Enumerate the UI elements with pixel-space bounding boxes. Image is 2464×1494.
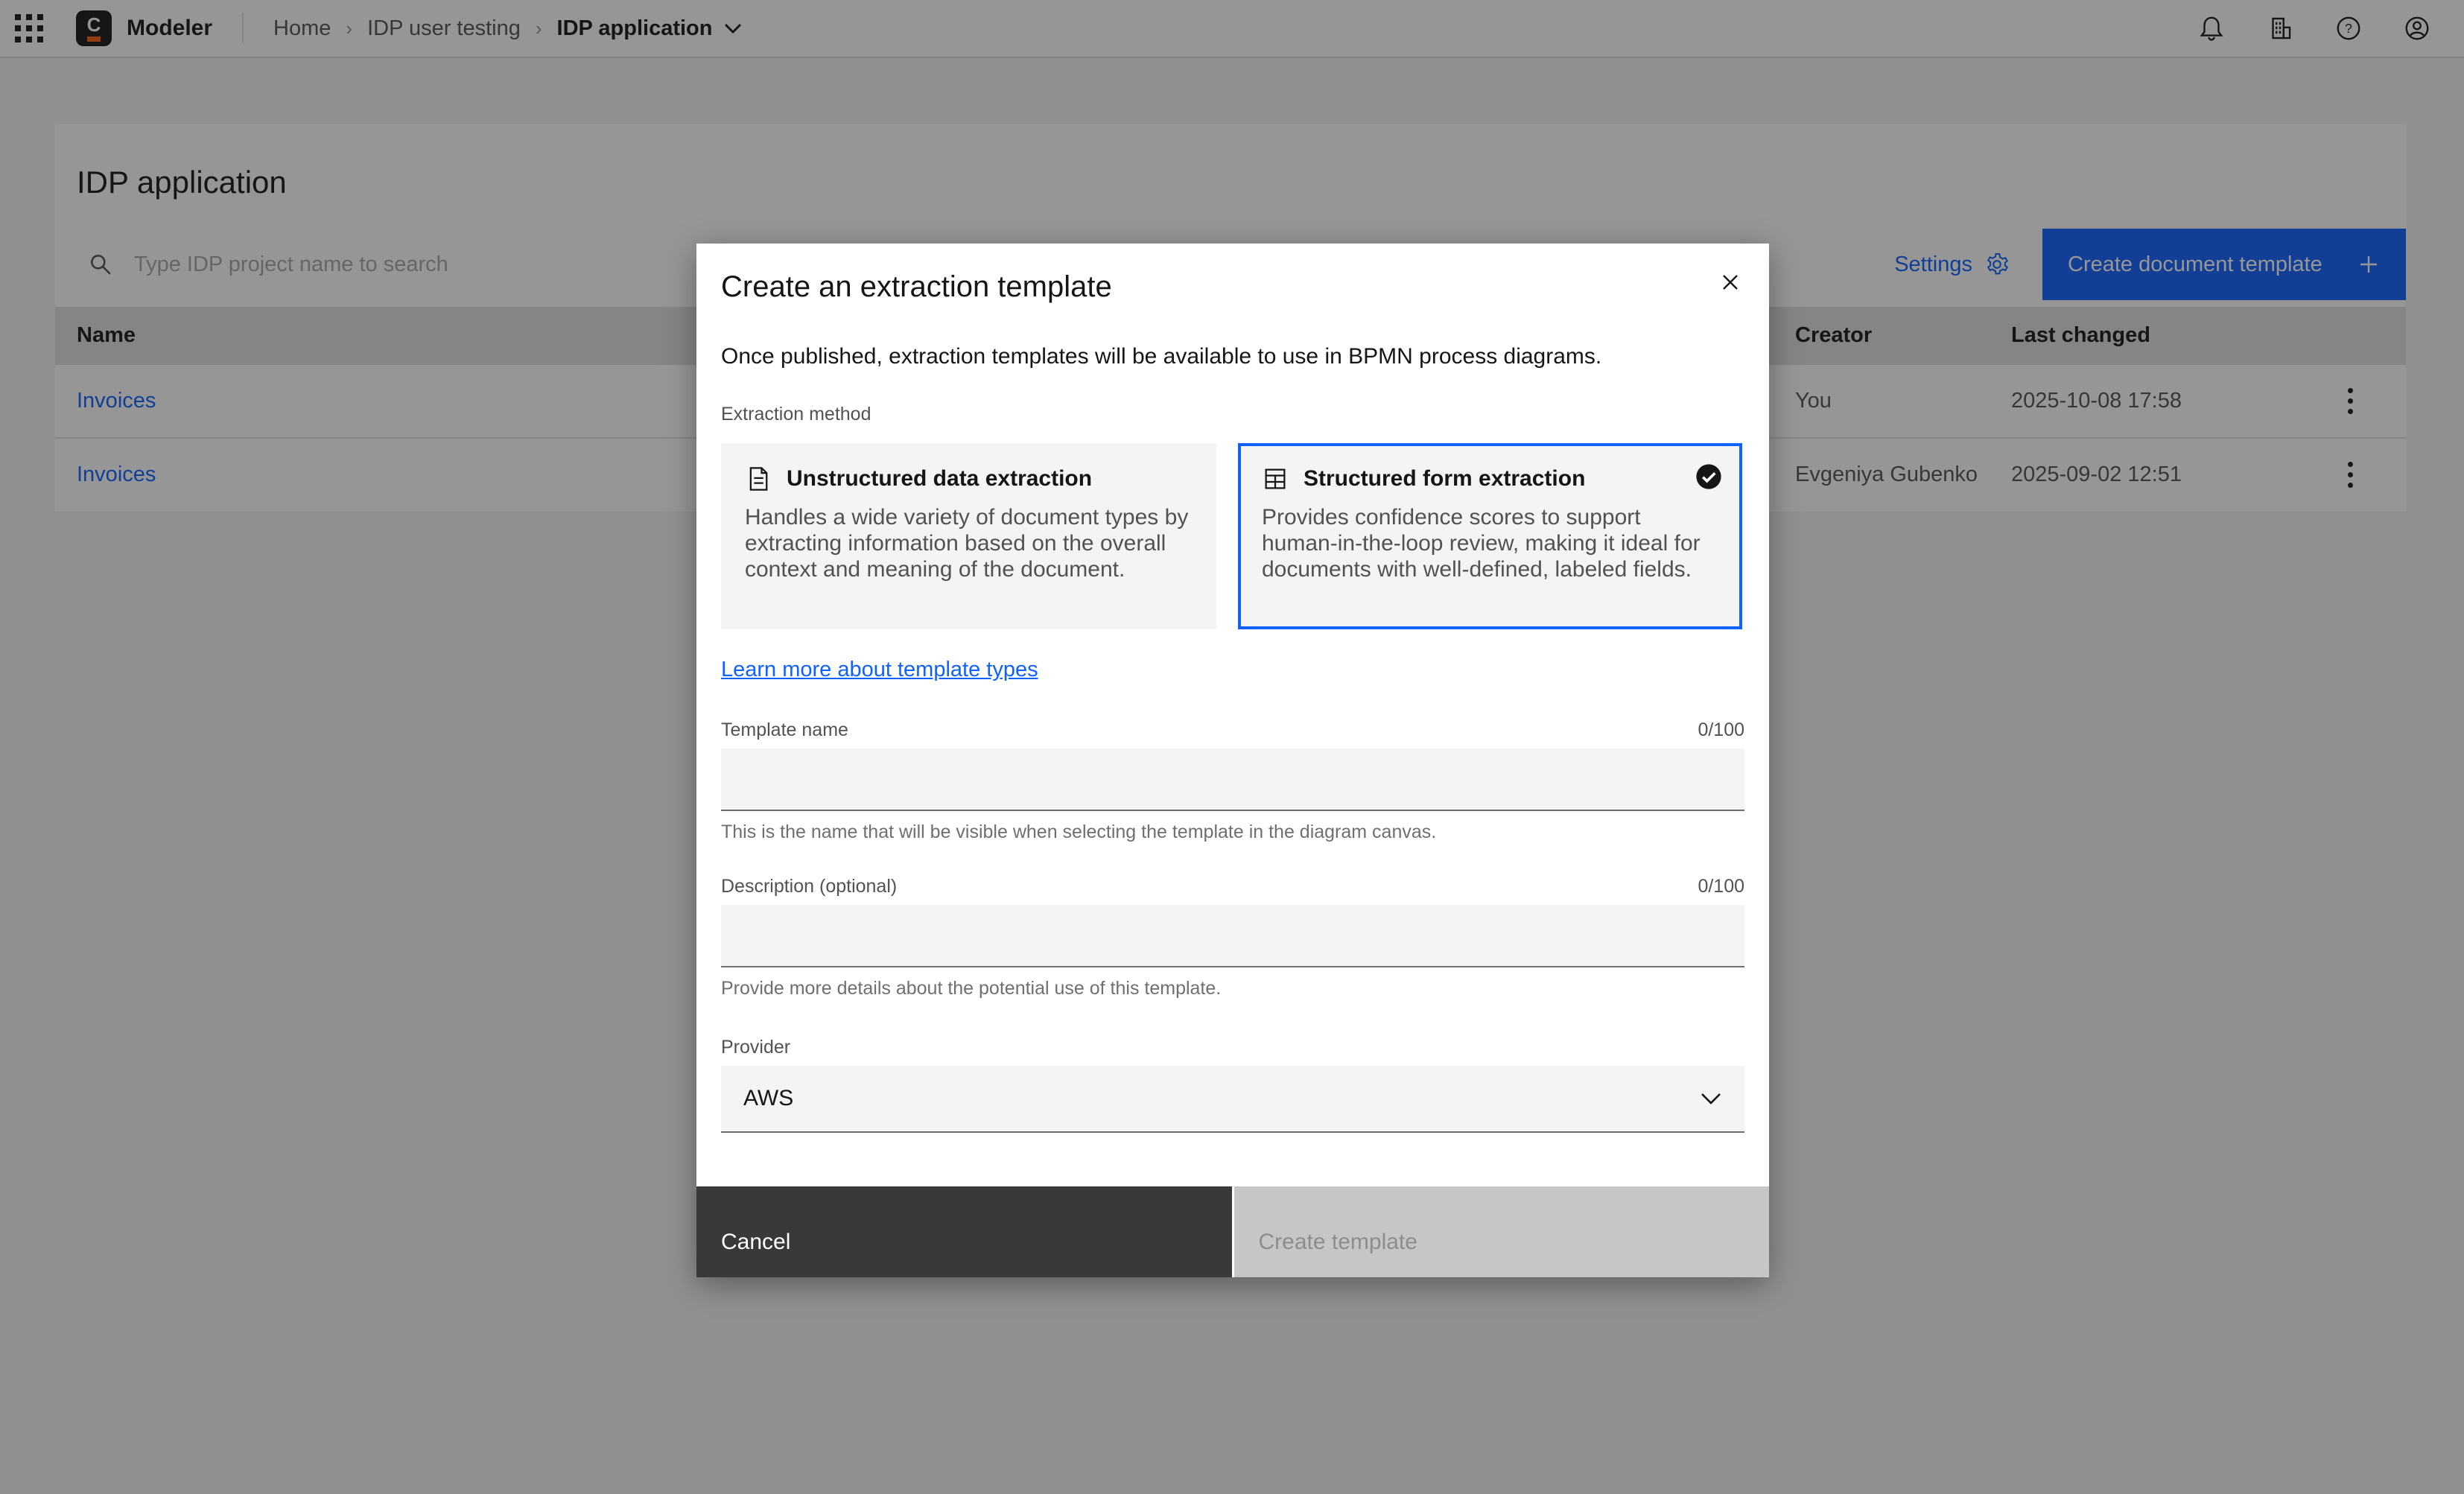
cancel-button[interactable]: Cancel (696, 1186, 1232, 1277)
provider-field: Provider AWS (721, 1037, 1744, 1133)
tile-title: Unstructured data extraction (787, 466, 1092, 492)
template-name-input[interactable] (721, 748, 1744, 811)
close-button[interactable] (1706, 258, 1754, 306)
document-icon (745, 465, 772, 492)
tile-title: Structured form extraction (1304, 466, 1585, 492)
create-extraction-template-modal: Create an extraction template Once publi… (696, 244, 1769, 1277)
close-icon (1718, 270, 1742, 294)
learn-more-link[interactable]: Learn more about template types (721, 658, 1038, 682)
template-name-helper: This is the name that will be visible wh… (721, 821, 1744, 843)
description-label: Description (optional) (721, 876, 897, 897)
selected-check-badge (1695, 462, 1723, 495)
modal-intro: Once published, extraction templates wil… (721, 344, 1744, 369)
create-template-button[interactable]: Create template (1234, 1186, 1770, 1277)
tile-description: Handles a wide variety of document types… (745, 504, 1193, 582)
tile-unstructured-data-extraction[interactable]: Unstructured data extraction Handles a w… (721, 443, 1216, 629)
modal-footer: Cancel Create template (696, 1186, 1769, 1277)
template-name-label: Template name (721, 719, 848, 741)
tile-structured-form-extraction[interactable]: Structured form extraction Provides conf… (1238, 443, 1742, 629)
provider-selected-value: AWS (743, 1086, 793, 1111)
description-field: Description (optional) 0/100 Provide mor… (721, 876, 1744, 999)
description-input[interactable] (721, 905, 1744, 967)
modal-title: Create an extraction template (721, 244, 1744, 304)
chevron-down-icon (1700, 1092, 1722, 1105)
description-helper: Provide more details about the potential… (721, 978, 1744, 999)
extraction-method-label: Extraction method (721, 404, 1744, 425)
checkmark-filled-icon (1695, 462, 1723, 491)
app-root: C Modeler Home › IDP user testing › IDP … (0, 0, 2464, 1494)
template-name-counter: 0/100 (1698, 719, 1744, 741)
tile-description: Provides confidence scores to support hu… (1262, 504, 1718, 582)
provider-select[interactable]: AWS (721, 1066, 1744, 1133)
template-name-field: Template name 0/100 This is the name tha… (721, 719, 1744, 843)
extraction-method-options: Unstructured data extraction Handles a w… (721, 443, 1744, 629)
description-counter: 0/100 (1698, 876, 1744, 897)
table-icon (1262, 465, 1289, 492)
provider-label: Provider (721, 1037, 790, 1058)
